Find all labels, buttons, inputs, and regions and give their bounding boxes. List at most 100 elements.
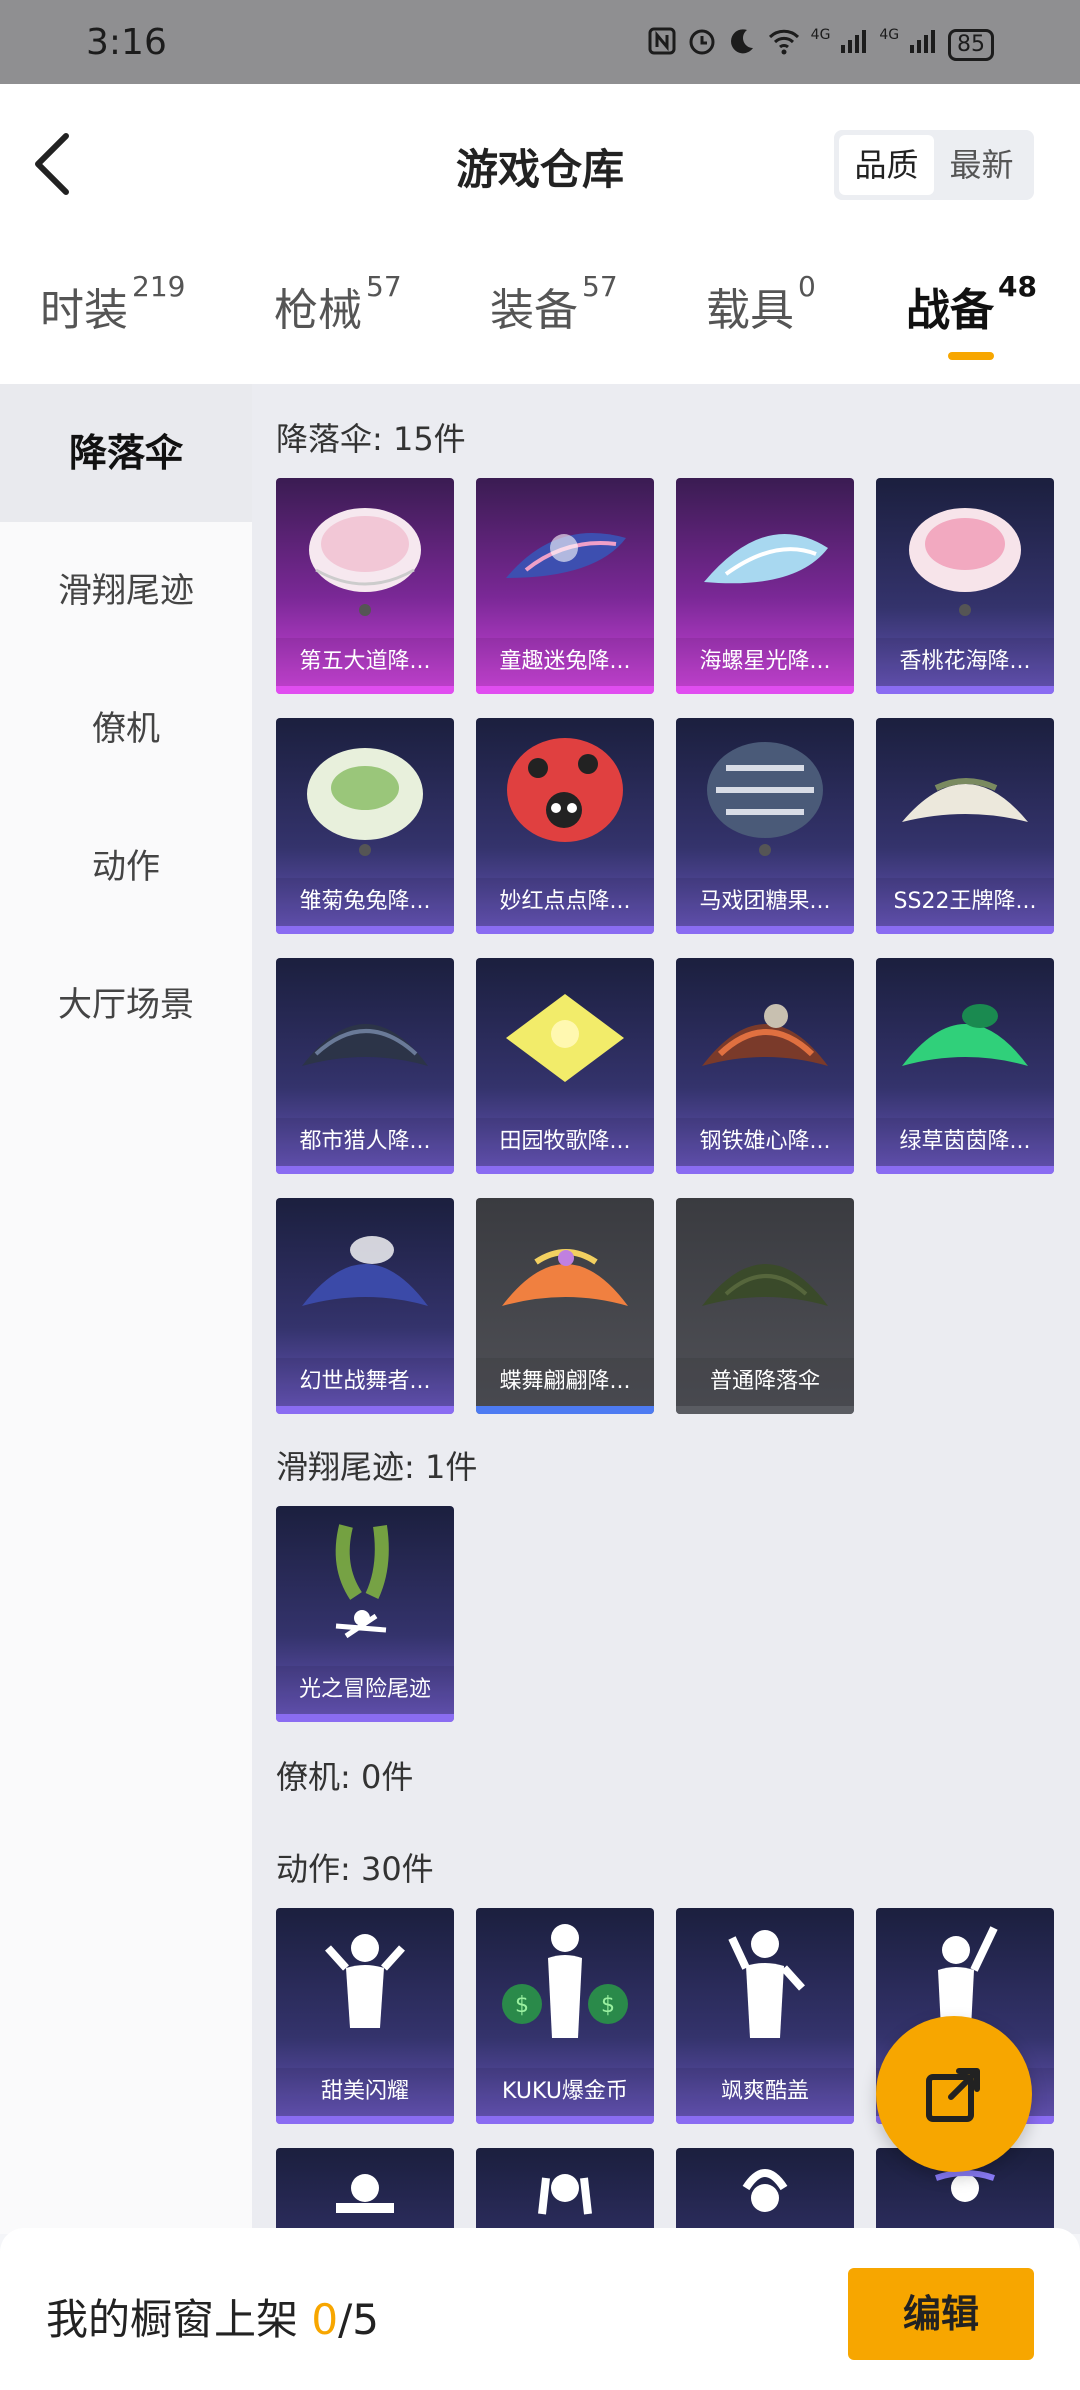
parachute-art <box>902 1004 1028 1066</box>
parachute-art <box>902 778 1028 822</box>
header: 游戏仓库 品质 最新 时装 219 枪械 57 装备 57 载具 0 战备 48 <box>0 84 1080 384</box>
parachute-art <box>307 748 423 856</box>
section-title-trail: 滑翔尾迹: 1件 <box>276 1448 478 1486</box>
sidebar-item-parachute[interactable]: 降落伞 <box>0 384 252 522</box>
rarity-bar <box>676 2116 854 2124</box>
tab-count: 0 <box>798 270 816 303</box>
tab-vehicles[interactable]: 载具 0 <box>706 270 816 338</box>
item-name: 蝶舞翩翩降... <box>476 1358 654 1406</box>
item-card[interactable] <box>476 2148 654 2234</box>
item-card[interactable]: 第五大道降... <box>276 478 454 694</box>
active-tab-indicator <box>948 352 994 360</box>
item-name: 田园牧歌降... <box>476 1118 654 1166</box>
item-name: 飒爽酷盖 <box>676 2068 854 2116</box>
item-grid-area: 降落伞: 15件 第五大道降... 童趣迷兔降... 海螺星光降... 香桃花海… <box>252 384 1080 2234</box>
sidebar-item-trail[interactable]: 滑翔尾迹 <box>0 522 252 660</box>
item-card[interactable]: 甜美闪耀 <box>276 1908 454 2124</box>
parachute-art <box>707 742 823 856</box>
item-card[interactable]: 绿草茵茵降... <box>876 958 1054 1174</box>
item-card[interactable]: 幻世战舞者... <box>276 1198 454 1414</box>
item-name: 香桃花海降... <box>876 638 1054 686</box>
share-button[interactable] <box>876 2016 1032 2172</box>
item-card[interactable] <box>276 2148 454 2234</box>
signal-4g-icon: 4G <box>879 27 938 62</box>
battery-icon: 85 <box>948 28 994 61</box>
sort-quality-button[interactable]: 品质 <box>839 135 934 195</box>
item-name: 妙红点点降... <box>476 878 654 926</box>
sidebar-item-lobby-scene[interactable]: 大厅场景 <box>0 936 252 1074</box>
sidebar: 降落伞 滑翔尾迹 僚机 动作 大厅场景 <box>0 384 252 2234</box>
share-icon <box>926 2068 980 2122</box>
parachute-art <box>302 1236 428 1306</box>
sort-newest-button[interactable]: 最新 <box>934 135 1029 195</box>
rarity-bar <box>476 686 654 694</box>
tab-label: 装备 <box>490 285 578 336</box>
parachute-art <box>507 738 623 842</box>
showcase-max: /5 <box>338 2295 379 2344</box>
item-name: 雏菊兔兔降... <box>276 878 454 926</box>
section-title-emote: 动作: 30件 <box>276 1850 434 1888</box>
showcase-label: 我的橱窗上架 <box>46 2295 312 2344</box>
item-card[interactable]: 田园牧歌降... <box>476 958 654 1174</box>
tab-label: 时装 <box>40 285 128 336</box>
sidebar-item-emote[interactable]: 动作 <box>0 798 252 936</box>
item-name: KUKU爆金币 <box>476 2068 654 2116</box>
rarity-bar <box>476 1166 654 1174</box>
emote-art <box>742 2169 788 2212</box>
item-card[interactable]: 香桃花海降... <box>876 478 1054 694</box>
rarity-bar <box>276 1714 454 1722</box>
tab-count: 57 <box>582 270 618 303</box>
rarity-bar <box>276 1406 454 1414</box>
showcase-bar: 我的橱窗上架 0/5 编辑 <box>0 2228 1080 2390</box>
tab-battle-gear[interactable]: 战备 48 <box>906 270 1037 338</box>
item-name: 都市猎人降... <box>276 1118 454 1166</box>
item-card[interactable]: SS22王牌降... <box>876 718 1054 934</box>
item-card[interactable]: 雏菊兔兔降... <box>276 718 454 934</box>
item-name: SS22王牌降... <box>876 878 1054 926</box>
emote-art: $ $ <box>502 1924 628 2038</box>
tab-fashion[interactable]: 时装 219 <box>40 270 185 338</box>
rarity-bar <box>476 1406 654 1414</box>
tab-count: 219 <box>132 270 186 303</box>
item-name: 马戏团糖果... <box>676 878 854 926</box>
wifi-icon <box>767 26 801 63</box>
rarity-bar <box>876 1166 1054 1174</box>
rarity-bar <box>276 686 454 694</box>
rarity-bar <box>476 926 654 934</box>
section-title-wingman: 僚机: 0件 <box>276 1758 414 1796</box>
item-card[interactable]: 童趣迷兔降... <box>476 478 654 694</box>
item-card[interactable]: 蝶舞翩翩降... <box>476 1198 654 1414</box>
sidebar-items: 降落伞 滑翔尾迹 僚机 动作 大厅场景 <box>0 384 252 1074</box>
status-time: 3:16 <box>86 22 167 63</box>
parachute-art <box>302 1024 428 1066</box>
item-card[interactable]: $ $ KUKU爆金币 <box>476 1908 654 2124</box>
item-card[interactable]: 普通降落伞 <box>676 1198 854 1414</box>
alarm-icon <box>687 26 717 63</box>
item-card[interactable]: 光之冒险尾迹 <box>276 1506 454 1722</box>
tab-count: 57 <box>366 270 402 303</box>
item-card[interactable]: 飒爽酷盖 <box>676 1908 854 2124</box>
showcase-count: 我的橱窗上架 0/5 <box>46 2286 379 2347</box>
item-card[interactable] <box>676 2148 854 2234</box>
tab-weapons[interactable]: 枪械 57 <box>274 270 402 338</box>
emote-art <box>325 1934 405 2028</box>
emote-art <box>728 1930 805 2038</box>
trail-art <box>335 1524 389 1639</box>
parachute-art <box>909 508 1021 616</box>
sidebar-item-wingman[interactable]: 僚机 <box>0 660 252 798</box>
item-card[interactable]: 钢铁雄心降... <box>676 958 854 1174</box>
rarity-bar <box>676 926 854 934</box>
tab-equipment[interactable]: 装备 57 <box>490 270 618 338</box>
item-name: 幻世战舞者... <box>276 1358 454 1406</box>
item-card[interactable]: 都市猎人降... <box>276 958 454 1174</box>
item-card[interactable]: 海螺星光降... <box>676 478 854 694</box>
parachute-art <box>309 508 421 616</box>
parachute-art <box>506 994 624 1082</box>
edit-button[interactable]: 编辑 <box>848 2268 1034 2360</box>
item-card[interactable]: 马戏团糖果... <box>676 718 854 934</box>
tab-label: 枪械 <box>274 285 362 336</box>
showcase-current: 0 <box>311 2295 339 2344</box>
tab-count: 48 <box>998 270 1037 303</box>
item-card[interactable]: 妙红点点降... <box>476 718 654 934</box>
emote-art <box>538 2174 592 2215</box>
